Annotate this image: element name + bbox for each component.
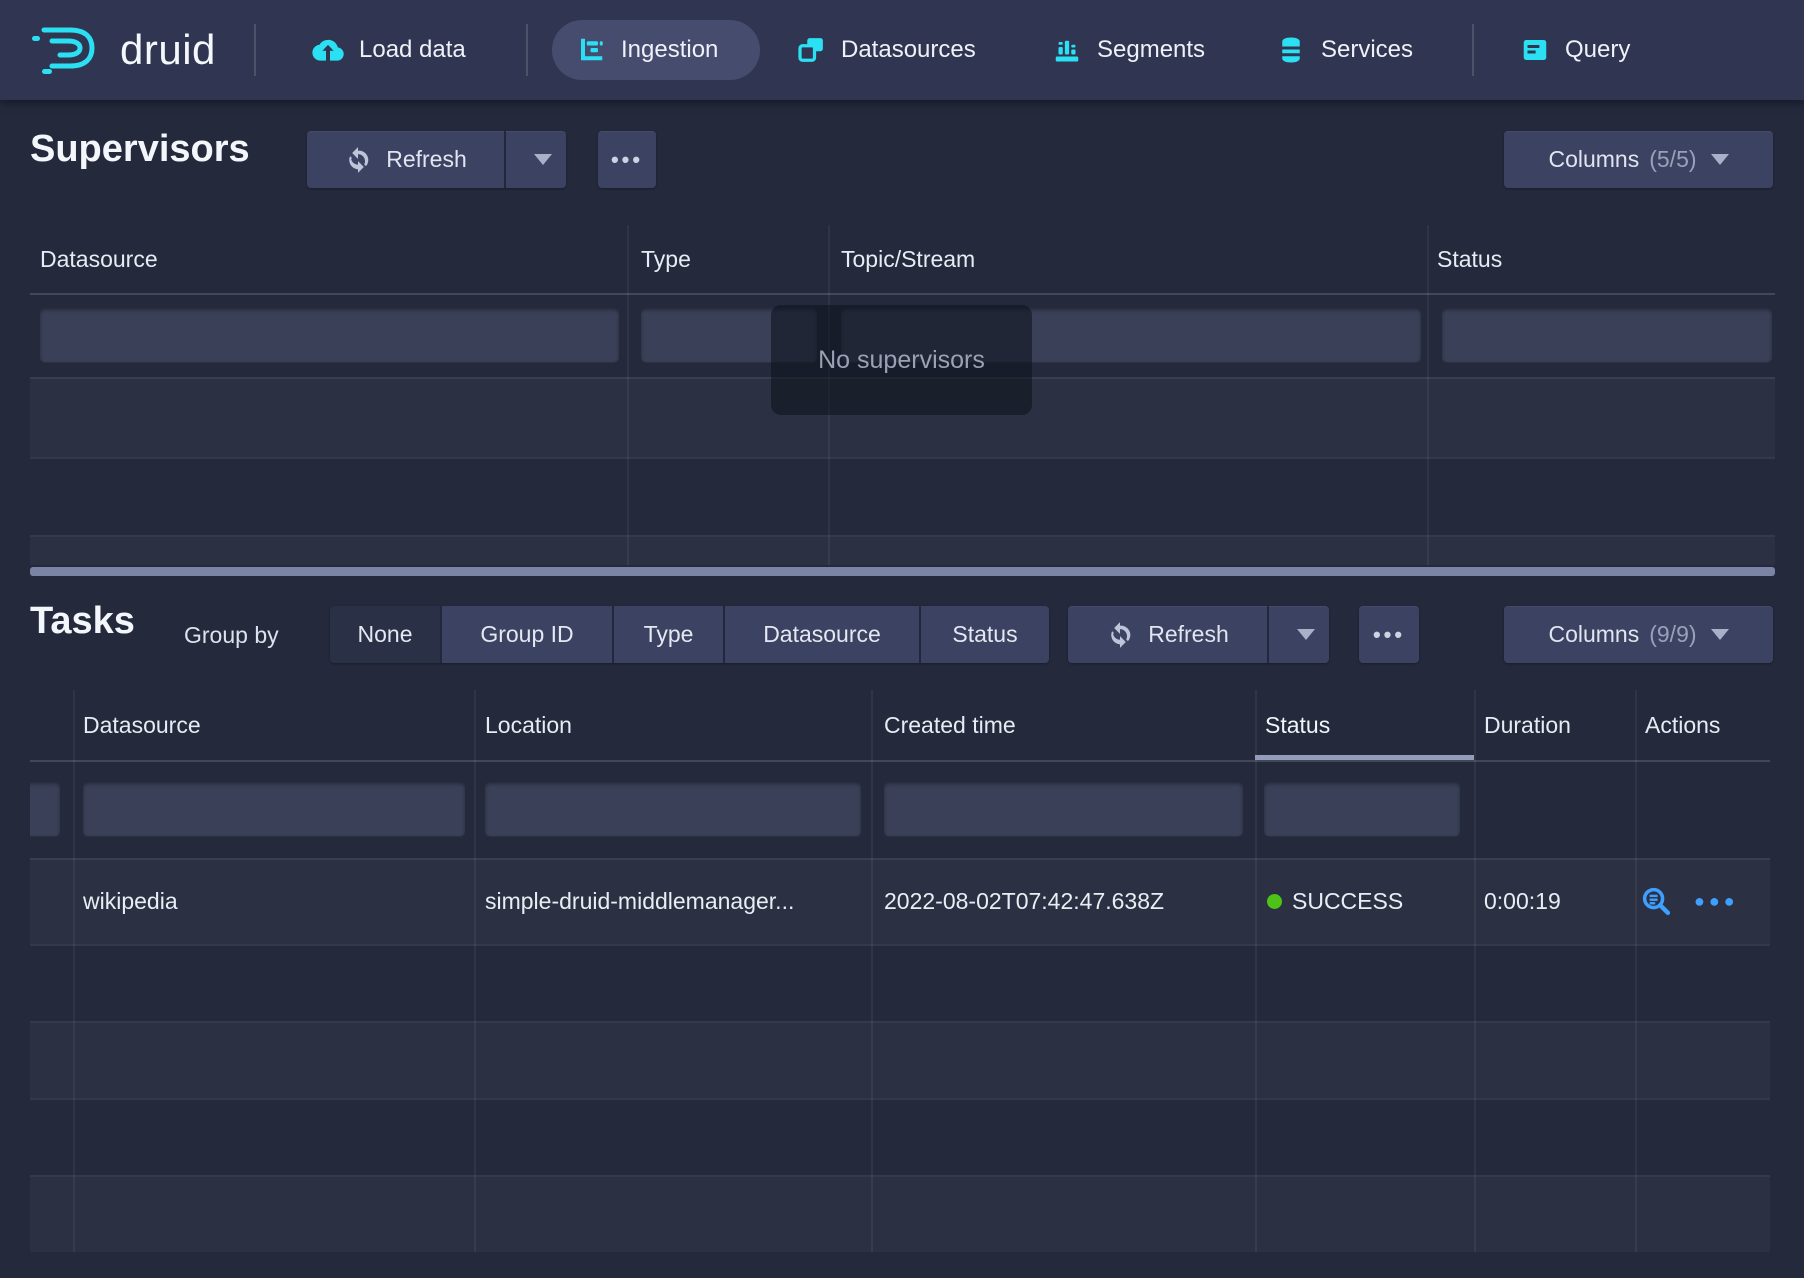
chevron-down-icon <box>1297 629 1315 640</box>
cell-datasource: wikipedia <box>83 858 178 944</box>
tasks-title: Tasks <box>30 600 135 643</box>
created-time-filter-input[interactable] <box>884 782 1243 836</box>
cell-duration: 0:00:19 <box>1484 858 1561 944</box>
panel-resize-handle[interactable] <box>30 567 1775 576</box>
nav-item-query[interactable]: Query <box>1496 20 1654 80</box>
tasks-refresh-button[interactable]: Refresh <box>1068 606 1267 663</box>
columns-label: Columns <box>1548 621 1639 648</box>
cell-created-time: 2022-08-02T07:42:47.638Z <box>884 858 1164 944</box>
header-status-sorted[interactable]: Status <box>1265 690 1330 760</box>
bar-chart-icon <box>1052 35 1082 65</box>
table-row <box>30 1021 1770 1100</box>
nav-item-services[interactable]: Services <box>1252 20 1437 80</box>
refresh-label: Refresh <box>1148 621 1229 648</box>
group-by-button-group: None Group ID Type Datasource Status <box>330 606 1049 663</box>
cell-actions: ●●● <box>1640 858 1739 944</box>
druid-logo-icon <box>30 22 108 79</box>
nav-item-label: Load data <box>359 36 466 64</box>
datasource-filter-input[interactable] <box>40 308 619 362</box>
table-row <box>30 1098 1770 1177</box>
tasks-filter-row <box>30 760 1770 860</box>
table-row <box>30 535 1775 565</box>
group-by-none-button[interactable]: None <box>330 606 440 663</box>
header-location[interactable]: Location <box>485 690 572 760</box>
group-by-datasource-button[interactable]: Datasource <box>723 606 919 663</box>
nav-divider <box>526 24 528 76</box>
supervisors-refresh-dropdown-button[interactable] <box>504 131 566 188</box>
refresh-label: Refresh <box>386 146 467 173</box>
cell-location: simple-druid-middlemanager... <box>485 858 794 944</box>
supervisors-refresh-button[interactable]: Refresh <box>307 131 504 188</box>
header-duration[interactable]: Duration <box>1484 690 1571 760</box>
table-row <box>30 1175 1770 1252</box>
task-actions-menu-icon[interactable]: ●●● <box>1694 891 1739 912</box>
refresh-icon <box>1106 621 1134 649</box>
tasks-refresh-split-button: Refresh <box>1068 606 1329 663</box>
nav-divider <box>1472 24 1474 76</box>
table-row <box>30 944 1770 1023</box>
supervisors-title: Supervisors <box>30 128 250 171</box>
columns-label: Columns <box>1548 146 1639 173</box>
nav-item-label: Services <box>1321 36 1413 64</box>
brand-name: druid <box>120 26 216 74</box>
status-filter-input[interactable] <box>1442 308 1772 362</box>
supervisors-table: Datasource Type Topic/Stream Status No s… <box>30 225 1775 565</box>
success-status-dot-icon <box>1267 894 1282 909</box>
header-datasource[interactable]: Datasource <box>40 225 158 293</box>
nav-item-load-data[interactable]: Load data <box>288 20 490 80</box>
tasks-table-header: Datasource Location Created time Status … <box>30 690 1770 762</box>
group-by-group-id-button[interactable]: Group ID <box>440 606 612 663</box>
gantt-chart-icon <box>576 35 606 65</box>
nav-item-label: Datasources <box>841 36 976 64</box>
header-topic-stream[interactable]: Topic/Stream <box>841 225 975 293</box>
refresh-icon <box>344 146 372 174</box>
table-row <box>30 457 1775 537</box>
supervisors-more-button[interactable]: ••• <box>598 131 656 188</box>
group-by-label: Group by <box>184 622 279 649</box>
header-created-time[interactable]: Created time <box>884 690 1016 760</box>
task-row-wikipedia[interactable]: wikipedia simple-druid-middlemanager... … <box>30 858 1770 946</box>
nav-item-segments[interactable]: Segments <box>1028 20 1229 80</box>
tasks-columns-button[interactable]: Columns (9/9) <box>1504 606 1773 663</box>
chevron-down-icon <box>1711 154 1729 165</box>
druid-logo[interactable]: druid <box>30 18 216 82</box>
no-supervisors-message: No supervisors <box>771 305 1032 415</box>
nav-item-datasources[interactable]: Datasources <box>772 20 1000 80</box>
nav-item-label: Ingestion <box>621 36 718 64</box>
nav-item-ingestion[interactable]: Ingestion <box>552 20 760 80</box>
supervisors-refresh-split-button: Refresh <box>307 131 566 188</box>
header-status[interactable]: Status <box>1437 225 1502 293</box>
chevron-down-icon <box>534 154 552 165</box>
inspect-task-icon[interactable] <box>1640 885 1672 917</box>
nav-item-label: Query <box>1565 36 1630 64</box>
more-icon: ••• <box>611 147 643 173</box>
more-icon: ••• <box>1373 622 1405 648</box>
index-filter-input[interactable] <box>30 782 60 836</box>
location-filter-input[interactable] <box>485 782 861 836</box>
group-by-status-button[interactable]: Status <box>919 606 1049 663</box>
tasks-table: Datasource Location Created time Status … <box>30 690 1770 1252</box>
tasks-refresh-dropdown-button[interactable] <box>1267 606 1329 663</box>
stacked-squares-icon <box>796 35 826 65</box>
nav-divider <box>254 24 256 76</box>
nav-item-label: Segments <box>1097 36 1205 64</box>
query-app-icon <box>1520 35 1550 65</box>
navbar: druid Load data Ingestio <box>0 0 1804 100</box>
columns-count: (9/9) <box>1649 621 1696 648</box>
header-actions[interactable]: Actions <box>1645 690 1720 760</box>
datasource-filter-input[interactable] <box>83 782 465 836</box>
cell-status: SUCCESS <box>1267 858 1403 944</box>
columns-count: (5/5) <box>1649 146 1696 173</box>
status-filter-input[interactable] <box>1264 782 1460 836</box>
tasks-more-button[interactable]: ••• <box>1359 606 1419 663</box>
status-text: SUCCESS <box>1292 888 1403 915</box>
supervisors-table-header: Datasource Type Topic/Stream Status <box>30 225 1775 295</box>
header-datasource[interactable]: Datasource <box>83 690 201 760</box>
group-by-type-button[interactable]: Type <box>612 606 723 663</box>
chevron-down-icon <box>1711 629 1729 640</box>
header-type[interactable]: Type <box>641 225 691 293</box>
supervisors-columns-button[interactable]: Columns (5/5) <box>1504 131 1773 188</box>
cloud-upload-icon <box>312 34 344 66</box>
database-icon <box>1276 35 1306 65</box>
